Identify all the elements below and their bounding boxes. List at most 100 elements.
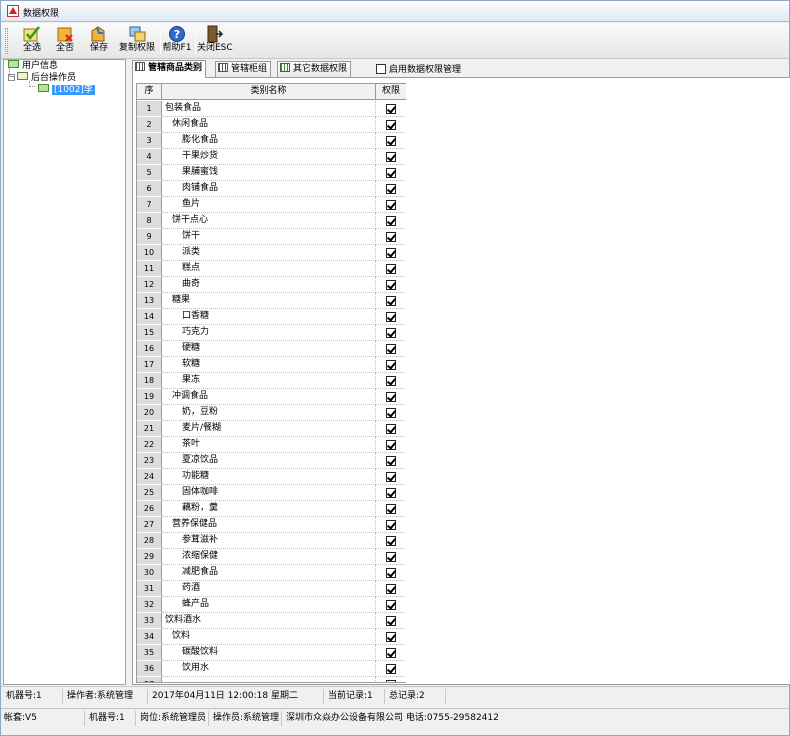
category-name-cell[interactable]: 饮用水 <box>162 661 376 677</box>
permission-checkbox[interactable] <box>386 264 396 274</box>
row-number[interactable]: 33 <box>137 613 162 629</box>
table-row[interactable]: 12 曲奇 <box>137 277 406 293</box>
permission-cell[interactable] <box>376 197 406 213</box>
row-number[interactable]: 13 <box>137 293 162 309</box>
category-name-cell[interactable]: 减肥食品 <box>162 565 376 581</box>
row-number[interactable]: 30 <box>137 565 162 581</box>
category-name-cell[interactable]: 干果炒货 <box>162 149 376 165</box>
table-row[interactable]: 9 饼干 <box>137 229 406 245</box>
permission-cell[interactable] <box>376 133 406 149</box>
permission-cell[interactable] <box>376 469 406 485</box>
row-number[interactable]: 24 <box>137 469 162 485</box>
category-name-cell[interactable]: 糖果 <box>162 293 376 309</box>
permission-checkbox[interactable] <box>386 296 396 306</box>
table-row[interactable]: 14 口香糖 <box>137 309 406 325</box>
table-row[interactable]: 37 <box>137 677 406 682</box>
save-button[interactable]: 保存 <box>85 24 113 58</box>
row-number[interactable]: 1 <box>137 101 162 117</box>
row-number[interactable]: 5 <box>137 165 162 181</box>
permission-checkbox[interactable] <box>386 392 396 402</box>
permission-cell[interactable] <box>376 549 406 565</box>
table-row[interactable]: 13 糖果 <box>137 293 406 309</box>
permission-cell[interactable] <box>376 325 406 341</box>
category-name-cell[interactable]: 巧克力 <box>162 325 376 341</box>
permission-checkbox[interactable] <box>386 232 396 242</box>
permission-cell[interactable] <box>376 645 406 661</box>
table-row[interactable]: 24 功能糖 <box>137 469 406 485</box>
permission-cell[interactable] <box>376 149 406 165</box>
header-category-name[interactable]: 类别名称 <box>162 84 376 100</box>
category-name-cell[interactable]: 果脯蜜饯 <box>162 165 376 181</box>
table-row[interactable]: 36 饮用水 <box>137 661 406 677</box>
category-name-cell[interactable]: 藕粉，羹 <box>162 501 376 517</box>
category-name-cell[interactable]: 派类 <box>162 245 376 261</box>
category-name-cell[interactable]: 饮料酒水 <box>162 613 376 629</box>
row-number[interactable]: 27 <box>137 517 162 533</box>
table-row[interactable]: 2 休闲食品 <box>137 117 406 133</box>
permission-checkbox[interactable] <box>386 360 396 370</box>
permission-checkbox[interactable] <box>386 216 396 226</box>
table-row[interactable]: 26 藕粉，羹 <box>137 501 406 517</box>
tab-other-permissions[interactable]: 其它数据权限 <box>277 61 352 77</box>
category-name-cell[interactable]: 饼干点心 <box>162 213 376 229</box>
row-number[interactable]: 22 <box>137 437 162 453</box>
permission-checkbox[interactable] <box>386 136 396 146</box>
category-name-cell[interactable]: 鱼片 <box>162 197 376 213</box>
row-number[interactable]: 37 <box>137 677 162 682</box>
help-button[interactable]: ? 帮助F1 <box>161 24 193 58</box>
row-number[interactable]: 8 <box>137 213 162 229</box>
permission-cell[interactable] <box>376 181 406 197</box>
enable-permission-checkbox[interactable]: 启用数据权限管理 <box>376 62 461 75</box>
copy-permission-button[interactable]: 复制权限 <box>117 24 157 58</box>
toolbar-grip[interactable] <box>5 28 8 54</box>
permission-checkbox[interactable] <box>386 472 396 482</box>
permission-cell[interactable] <box>376 453 406 469</box>
tab-product-category[interactable]: 管辖商品类别 <box>132 60 207 78</box>
permission-checkbox[interactable] <box>386 568 396 578</box>
permission-checkbox[interactable] <box>386 632 396 642</box>
table-row[interactable]: 6 肉铺食品 <box>137 181 406 197</box>
category-name-cell[interactable]: 营养保健品 <box>162 517 376 533</box>
permission-checkbox[interactable] <box>386 344 396 354</box>
category-name-cell[interactable]: 茶叶 <box>162 437 376 453</box>
table-row[interactable]: 15 巧克力 <box>137 325 406 341</box>
permission-checkbox[interactable] <box>386 488 396 498</box>
permission-cell[interactable] <box>376 165 406 181</box>
table-row[interactable]: 21 麦片/餐糊 <box>137 421 406 437</box>
permission-cell[interactable] <box>376 373 406 389</box>
row-number[interactable]: 35 <box>137 645 162 661</box>
permission-cell[interactable] <box>376 661 406 677</box>
permission-checkbox[interactable] <box>386 376 396 386</box>
permission-checkbox[interactable] <box>386 600 396 610</box>
category-name-cell[interactable]: 夏凉饮品 <box>162 453 376 469</box>
permission-checkbox[interactable] <box>386 248 396 258</box>
category-name-cell[interactable]: 奶，豆粉 <box>162 405 376 421</box>
row-number[interactable]: 34 <box>137 629 162 645</box>
row-number[interactable]: 7 <box>137 197 162 213</box>
permission-cell[interactable] <box>376 405 406 421</box>
category-name-cell[interactable]: 浓缩保健 <box>162 549 376 565</box>
permission-cell[interactable] <box>376 485 406 501</box>
table-row[interactable]: 22 茶叶 <box>137 437 406 453</box>
row-number[interactable]: 19 <box>137 389 162 405</box>
row-number[interactable]: 2 <box>137 117 162 133</box>
row-number[interactable]: 25 <box>137 485 162 501</box>
permission-cell[interactable] <box>376 389 406 405</box>
category-name-cell[interactable]: 固体咖啡 <box>162 485 376 501</box>
table-row[interactable]: 34 饮料 <box>137 629 406 645</box>
row-number[interactable]: 36 <box>137 661 162 677</box>
table-row[interactable]: 32 蜂产品 <box>137 597 406 613</box>
permission-cell[interactable] <box>376 117 406 133</box>
table-row[interactable]: 11 糕点 <box>137 261 406 277</box>
permission-cell[interactable] <box>376 293 406 309</box>
table-row[interactable]: 8 饼干点心 <box>137 213 406 229</box>
permission-checkbox[interactable] <box>386 120 396 130</box>
category-name-cell[interactable]: 休闲食品 <box>162 117 376 133</box>
row-number[interactable]: 6 <box>137 181 162 197</box>
row-number[interactable]: 20 <box>137 405 162 421</box>
row-number[interactable]: 17 <box>137 357 162 373</box>
permission-cell[interactable] <box>376 581 406 597</box>
row-number[interactable]: 16 <box>137 341 162 357</box>
row-number[interactable]: 26 <box>137 501 162 517</box>
table-row[interactable]: 29 浓缩保健 <box>137 549 406 565</box>
